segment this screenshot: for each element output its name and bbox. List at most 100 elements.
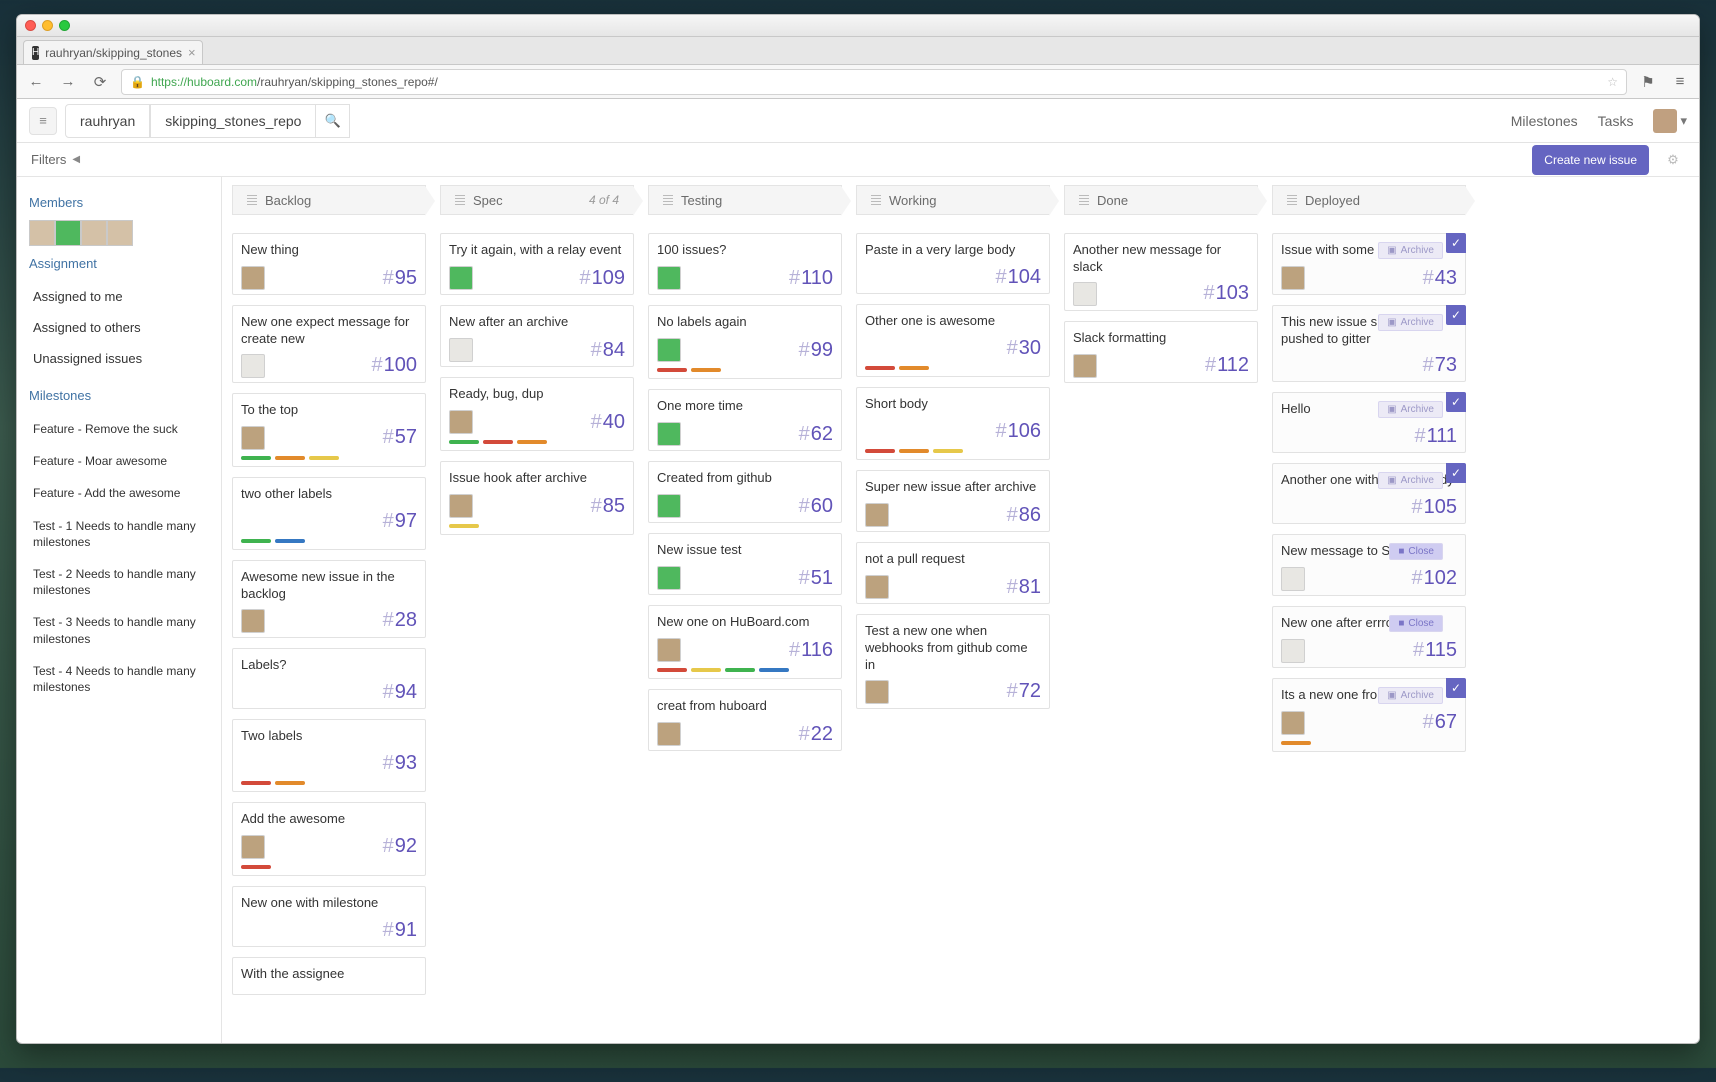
close-pill[interactable]: ■Close [1389,615,1443,632]
issue-card[interactable]: New after an archive#84 [440,305,634,367]
archive-pill[interactable]: ▣Archive [1378,472,1443,489]
zoom-window-icon[interactable] [59,20,70,31]
issue-card[interactable]: two other labels#97 [232,477,426,550]
assignee-avatar[interactable] [449,266,473,290]
assignee-avatar[interactable] [1281,567,1305,591]
drag-handle-icon[interactable] [871,195,881,205]
close-window-icon[interactable] [25,20,36,31]
issue-card[interactable]: New issue test#51 [648,533,842,595]
issue-card[interactable]: Its a new one from huboard✓▣Archive#67 [1272,678,1466,752]
assignee-avatar[interactable] [1073,354,1097,378]
nav-tasks[interactable]: Tasks [1598,113,1634,129]
issue-card[interactable]: With the assignee [232,957,426,995]
user-avatar[interactable] [1653,109,1677,133]
assignee-avatar[interactable] [865,680,889,704]
issue-card[interactable]: To the top#57 [232,393,426,467]
drag-handle-icon[interactable] [455,195,465,205]
issue-card[interactable]: Awesome new issue in the backlog#28 [232,560,426,638]
milestone-item[interactable]: Feature - Remove the suck [29,413,209,445]
member-avatar[interactable] [29,220,55,246]
issue-card[interactable]: creat from huboard#22 [648,689,842,751]
url-bar[interactable]: 🔒 https://huboard.com /rauhryan/skipping… [121,69,1627,95]
column-header[interactable]: Working [856,185,1050,215]
board[interactable]: BacklogNew thing#95New one expect messag… [222,177,1699,1044]
issue-card[interactable]: Another new message for slack#103 [1064,233,1258,311]
sidebar-toggle[interactable]: ≡ [29,107,57,135]
issue-card[interactable]: Add the awesome#92 [232,802,426,876]
settings-icon[interactable]: ⚙ [1661,148,1685,172]
create-issue-button[interactable]: Create new issue [1532,145,1649,175]
milestone-item[interactable]: Test - 3 Needs to handle many milestones [29,606,209,654]
drag-handle-icon[interactable] [663,195,673,205]
issue-card[interactable]: New one after errror■Close#115 [1272,606,1466,668]
assignee-avatar[interactable] [657,266,681,290]
nav-milestones[interactable]: Milestones [1511,113,1578,129]
assignee-avatar[interactable] [241,266,265,290]
issue-card[interactable]: New one on HuBoard.com#116 [648,605,842,679]
milestone-item[interactable]: Feature - Add the awesome [29,477,209,509]
forward-button[interactable]: → [57,71,79,93]
assignee-avatar[interactable] [241,354,265,378]
assignment-item[interactable]: Unassigned issues [29,343,209,374]
assignee-avatar[interactable] [1281,266,1305,290]
search-button[interactable]: 🔍 [316,104,350,138]
milestone-item[interactable]: Test - 1 Needs to handle many milestones [29,510,209,558]
milestone-item[interactable]: Test - 2 Needs to handle many milestones [29,558,209,606]
crumb-user[interactable]: rauhryan [65,104,150,138]
close-pill[interactable]: ■Close [1389,543,1443,560]
issue-card[interactable]: not a pull request#81 [856,542,1050,604]
issue-card[interactable]: This new issue should be pushed to gitte… [1272,305,1466,382]
close-tab-icon[interactable]: × [188,45,196,60]
archive-pill[interactable]: ▣Archive [1378,687,1443,704]
column-header[interactable]: Spec4 of 4 [440,185,634,215]
member-avatar[interactable] [81,220,107,246]
milestone-item[interactable]: Test - 4 Needs to handle many milestones [29,655,209,703]
column-header[interactable]: Testing [648,185,842,215]
issue-card[interactable]: Other one is awesome#30 [856,304,1050,377]
assignee-avatar[interactable] [449,410,473,434]
issue-card[interactable]: Hello✓▣Archive#111 [1272,392,1466,453]
issue-card[interactable]: Try it again, with a relay event#109 [440,233,634,295]
column-header[interactable]: Backlog [232,185,426,215]
issue-card[interactable]: 100 issues?#110 [648,233,842,295]
minimize-window-icon[interactable] [42,20,53,31]
archive-pill[interactable]: ▣Archive [1378,401,1443,418]
issue-card[interactable]: Two labels#93 [232,719,426,792]
column-header[interactable]: Deployed [1272,185,1466,215]
back-button[interactable]: ← [25,71,47,93]
issue-card[interactable]: Labels?#94 [232,648,426,709]
assignee-avatar[interactable] [241,835,265,859]
user-menu-caret-icon[interactable]: ▾ [1680,113,1687,129]
assignee-avatar[interactable] [449,338,473,362]
crumb-repo[interactable]: skipping_stones_repo [150,104,316,138]
issue-card[interactable]: New one with milestone#91 [232,886,426,947]
browser-menu-icon[interactable]: ≡ [1669,71,1691,93]
column-header[interactable]: Done [1064,185,1258,215]
assignment-item[interactable]: Assigned to me [29,281,209,312]
assignee-avatar[interactable] [865,503,889,527]
assignment-item[interactable]: Assigned to others [29,312,209,343]
assignee-avatar[interactable] [657,422,681,446]
drag-handle-icon[interactable] [247,195,257,205]
member-avatar[interactable] [107,220,133,246]
archive-pill[interactable]: ▣Archive [1378,314,1443,331]
reload-button[interactable]: ⟳ [89,71,111,93]
issue-card[interactable]: One more time#62 [648,389,842,451]
assignee-avatar[interactable] [1281,711,1305,735]
filters-toggle[interactable]: Filters ◀ [31,152,80,167]
extensions-icon[interactable]: ⚑ [1637,71,1659,93]
browser-tab[interactable]: H rauhryan/skipping_stones × [23,40,203,64]
issue-card[interactable]: Issue hook after archive#85 [440,461,634,535]
assignee-avatar[interactable] [657,638,681,662]
issue-card[interactable]: No labels again#99 [648,305,842,379]
issue-card[interactable]: Another one with a large body✓▣Archive#1… [1272,463,1466,524]
assignee-avatar[interactable] [1281,639,1305,663]
assignee-avatar[interactable] [657,338,681,362]
issue-card[interactable]: New message to Slack■Close#102 [1272,534,1466,596]
assignee-avatar[interactable] [657,722,681,746]
issue-card[interactable]: Ready, bug, dup#40 [440,377,634,451]
drag-handle-icon[interactable] [1079,195,1089,205]
assignee-avatar[interactable] [1073,282,1097,306]
member-avatar[interactable] [55,220,81,246]
issue-card[interactable]: Paste in a very large body#104 [856,233,1050,294]
